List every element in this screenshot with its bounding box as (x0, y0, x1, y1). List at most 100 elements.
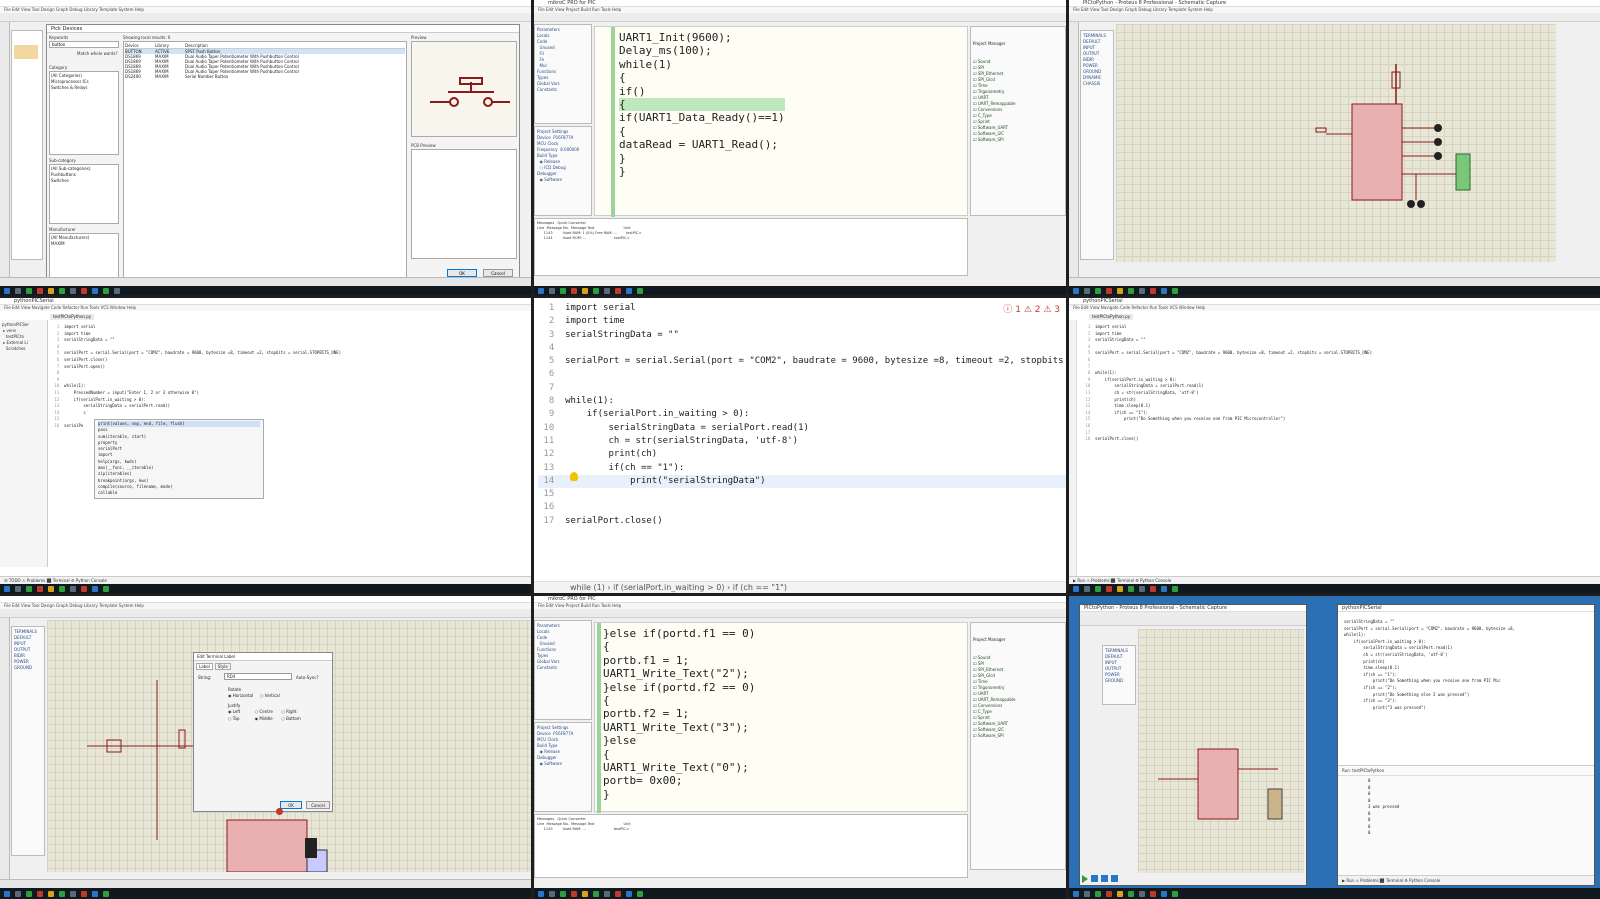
windows-taskbar[interactable] (534, 888, 1066, 899)
library-list[interactable]: ☑ Sound ☑ SPI ☑ SPI_Ethernet ☑ SPI_Glcd ☑ Ti… (973, 59, 1063, 143)
project-settings-panel[interactable]: Project Settings Device P16F877A MCU Clo… (534, 722, 592, 812)
file-tab[interactable]: testPICtoPython.py (50, 314, 95, 320)
code-editor[interactable]: }else if(portd.f1 == 0){portb.f1 = 1; UAR… (594, 622, 968, 813)
col-device[interactable]: Device (125, 43, 155, 48)
windows-taskbar[interactable] (1069, 888, 1600, 899)
windows-taskbar[interactable] (1069, 286, 1600, 295)
windows-taskbar[interactable] (0, 888, 531, 899)
project-settings-panel[interactable]: Project Settings Device P16F877A MCU Clo… (534, 126, 592, 216)
justify-middle-radio[interactable]: ◉ Middle (255, 716, 282, 721)
code-editor[interactable]: 1 import serial 2 import time 3 serialSt… (538, 302, 1066, 528)
category-item[interactable]: Switches & Relays (51, 85, 117, 91)
sim-controls[interactable] (1082, 875, 1118, 883)
autocomplete-item[interactable]: callable (98, 490, 260, 496)
terminals-list[interactable]: TERMINALS DEFAULT INPUT OUTPUT POWER GRO… (1102, 645, 1136, 705)
toolbar[interactable] (0, 609, 531, 618)
category-list[interactable]: (All Categories) Microprocessor ICs Swit… (49, 71, 119, 155)
code-editor[interactable]: serialStringData = "" serialPort = serial… (1344, 619, 1515, 711)
code-text: serialPort.close() (64, 356, 108, 362)
menu-bar[interactable]: File Edit View Navigate Code Refactor Ru… (0, 305, 531, 311)
justify-left-radio[interactable]: ◉ Left (228, 709, 255, 714)
justify-bottom-radio[interactable]: ○ Bottom (281, 716, 308, 721)
code-editor[interactable]: 1 import serial 2 import time 3 serialSt… (52, 324, 341, 430)
library-manager-panel[interactable]: Project Manager ☑ Sound ☑ SPI ☑ SPI_Ethern… (970, 26, 1066, 216)
dialog-tabs[interactable]: Label Style (194, 661, 332, 672)
ok-button[interactable]: OK (280, 801, 302, 809)
left-tool-panel[interactable] (0, 618, 10, 881)
project-tree[interactable]: pythonPICSer ▸ venv testPICto ▸ External… (0, 320, 48, 567)
terminals-list[interactable]: TERMINALS DEFAULT INPUT OUTPUT BIDIR POW… (11, 626, 45, 856)
match-whole-words-checkbox[interactable]: Match whole words? (77, 51, 118, 56)
run-tab[interactable]: Run: testPICtoPython (1338, 766, 1594, 776)
stop-icon[interactable] (1111, 875, 1118, 882)
justify-options[interactable]: ◉ Left ○ Centre ○ Right ○ Top ◉ Middle ○… (228, 709, 308, 721)
tab-label[interactable]: Label (196, 663, 213, 670)
breadcrumb-bar[interactable]: while (1) › if (serialPort.in_waiting > … (534, 581, 1066, 593)
justify-opt-label: Left (232, 709, 241, 714)
col-description[interactable]: Description (185, 43, 208, 48)
menu-bar[interactable]: File Edit View Navigate Code Refactor Ru… (1069, 305, 1600, 311)
justify-top-radio[interactable]: ○ Top (228, 716, 255, 721)
code-line: while(1) (619, 58, 785, 71)
table-row[interactable]: DS2400 MAXIM Serial Number Button (125, 74, 405, 79)
library-item[interactable]: ☑ Software_SPI (973, 733, 1063, 739)
device-list-panel[interactable] (11, 30, 43, 260)
toolbar[interactable] (1080, 612, 1306, 626)
toolbar[interactable] (1069, 13, 1600, 22)
pause-icon[interactable] (1101, 875, 1108, 882)
manufacturer-item[interactable]: MAXIM (51, 241, 117, 247)
library-list[interactable]: ☑ Sound ☑ SPI ☑ SPI_Ethernet ☑ SPI_Glcd ☑ Ti… (973, 655, 1063, 739)
bottom-tool-tabs[interactable]: ☰ TODO ⚠ Problems ⬛ Terminal ⚙ Python Co… (0, 576, 531, 584)
windows-taskbar[interactable] (0, 286, 531, 295)
manufacturer-list[interactable]: (All Manufacturers) MAXIM (49, 233, 119, 279)
results-table[interactable]: Device Library Description BUTTON ACTIVE S… (123, 41, 407, 279)
library-item[interactable]: ☑ Software_SPI (973, 137, 1063, 143)
schematic-canvas[interactable] (1116, 24, 1556, 262)
windows-taskbar[interactable] (534, 286, 1066, 295)
toolbar[interactable] (534, 609, 1066, 618)
code-editor[interactable]: 1 import serial 2 import time 3 serialSt… (1083, 324, 1372, 443)
keywords-input[interactable]: button (49, 41, 119, 48)
auto-sync-checkbox[interactable]: Auto-Sync? (296, 675, 319, 680)
play-icon[interactable] (1082, 875, 1088, 883)
code-lines[interactable]: }else if(portd.f1 == 0){portb.f1 = 1; UAR… (603, 627, 755, 801)
sub-category-item[interactable]: Switches (51, 178, 117, 184)
bottom-tool-tabs[interactable]: ▶ Run ⚠ Problems ⬛ Terminal ⚙ Python Con… (1069, 576, 1600, 584)
library-manager-panel[interactable]: Project Manager ☑ Sound ☑ SPI ☑ SPI_Ethern… (970, 622, 1066, 870)
code-text: while(1) (619, 57, 672, 71)
rotate-vertical-radio[interactable]: ○ Vertical (260, 693, 280, 698)
intention-bulb-icon[interactable] (570, 472, 578, 481)
terminals-list[interactable]: TERMINALS DEFAULT INPUT OUTPUT BIDIR POW… (1080, 30, 1114, 260)
left-tool-panel[interactable] (0, 22, 10, 277)
toolbar[interactable] (0, 13, 531, 22)
windows-taskbar[interactable] (1069, 584, 1600, 593)
code-editor[interactable]: UART1_Init(9600); Delay_ms(100); while(1){… (594, 26, 968, 217)
sub-category-list[interactable]: (All Sub-categories) Pushbuttons Switche… (49, 164, 119, 224)
messages-panel[interactable]: Messages Quick Converter Line Message No… (534, 218, 968, 276)
tab-style[interactable]: Style (214, 663, 231, 670)
file-tab[interactable]: testPICtoPython.py (1089, 314, 1134, 320)
windows-taskbar[interactable] (0, 584, 531, 593)
schematic-canvas[interactable] (1138, 629, 1304, 873)
code-text: }else if(portd.f1 == 0) (603, 627, 756, 640)
justify-right-radio[interactable]: ○ Right (281, 709, 308, 714)
autocomplete-popup[interactable]: print(values, sep, end, file, flush) pass… (94, 419, 264, 499)
run-panel[interactable]: Run: testPICtoPython 00003 was pressed 0 0… (1338, 765, 1594, 875)
left-tool-panel[interactable] (1069, 22, 1079, 277)
messages-panel[interactable]: Messages Quick Converter Line Message No… (534, 814, 968, 878)
step-icon[interactable] (1091, 875, 1098, 882)
cancel-button[interactable]: Cancel (306, 801, 330, 809)
ok-button[interactable]: OK (447, 269, 477, 277)
col-library[interactable]: Library (155, 43, 185, 48)
toolbar[interactable] (534, 13, 1066, 22)
rotate-horizontal-radio[interactable]: ◉ Horizontal (228, 693, 253, 698)
code-explorer-panel[interactable]: Parameters Locals Code Unused Functions … (534, 620, 592, 720)
bottom-tool-tabs[interactable]: ▶ Run ⚠ Problems ⬛ Terminal ⚙ Python Con… (1338, 875, 1594, 885)
cancel-button[interactable]: Cancel (483, 269, 513, 277)
justify-centre-radio[interactable]: ○ Centre (255, 709, 282, 714)
line-number: 6 (52, 356, 65, 362)
left-tool-strip[interactable] (1069, 320, 1077, 576)
code-explorer-panel[interactable]: Parameters Locals Code Unused Fil Fe Mul… (534, 24, 592, 124)
code-lines[interactable]: UART1_Init(9600); Delay_ms(100); while(1){… (619, 31, 785, 178)
string-input[interactable]: RD4 (224, 673, 292, 680)
